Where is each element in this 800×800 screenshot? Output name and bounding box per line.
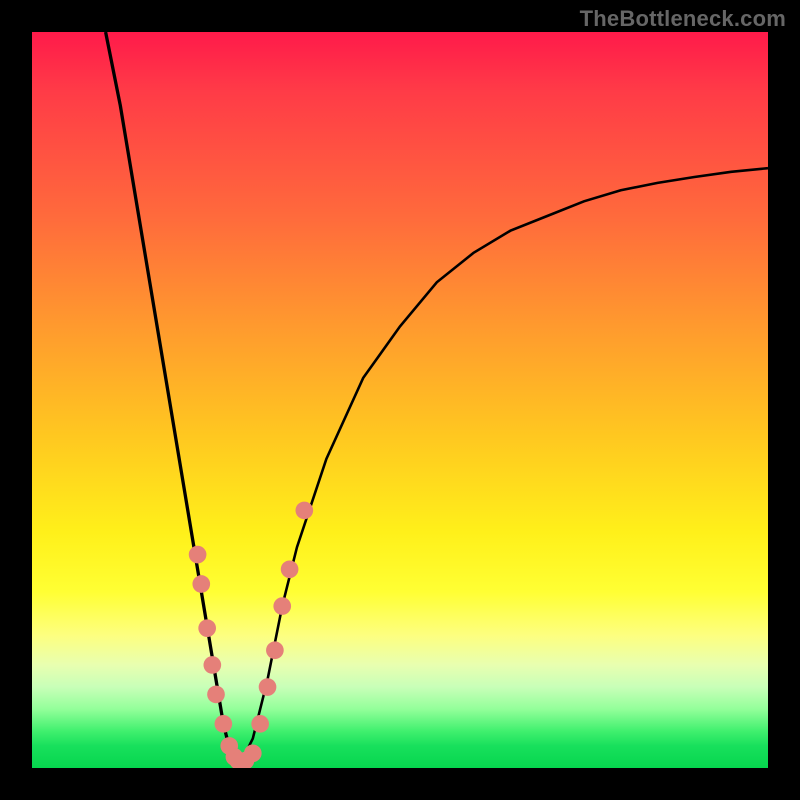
data-marker xyxy=(244,744,262,762)
watermark-label: TheBottleneck.com xyxy=(580,6,786,32)
data-marker xyxy=(273,597,291,615)
data-marker xyxy=(207,686,225,704)
plot-area xyxy=(32,32,768,768)
data-marker xyxy=(251,715,269,733)
data-marker xyxy=(192,575,210,593)
chart-frame: TheBottleneck.com xyxy=(0,0,800,800)
marker-layer xyxy=(32,32,768,768)
data-marker xyxy=(203,656,221,674)
data-marker xyxy=(266,641,284,659)
data-marker xyxy=(215,715,233,733)
data-marker xyxy=(189,546,207,564)
data-marker xyxy=(259,678,277,696)
data-marker xyxy=(198,619,216,637)
data-marker xyxy=(295,502,313,520)
data-marker xyxy=(281,560,299,578)
